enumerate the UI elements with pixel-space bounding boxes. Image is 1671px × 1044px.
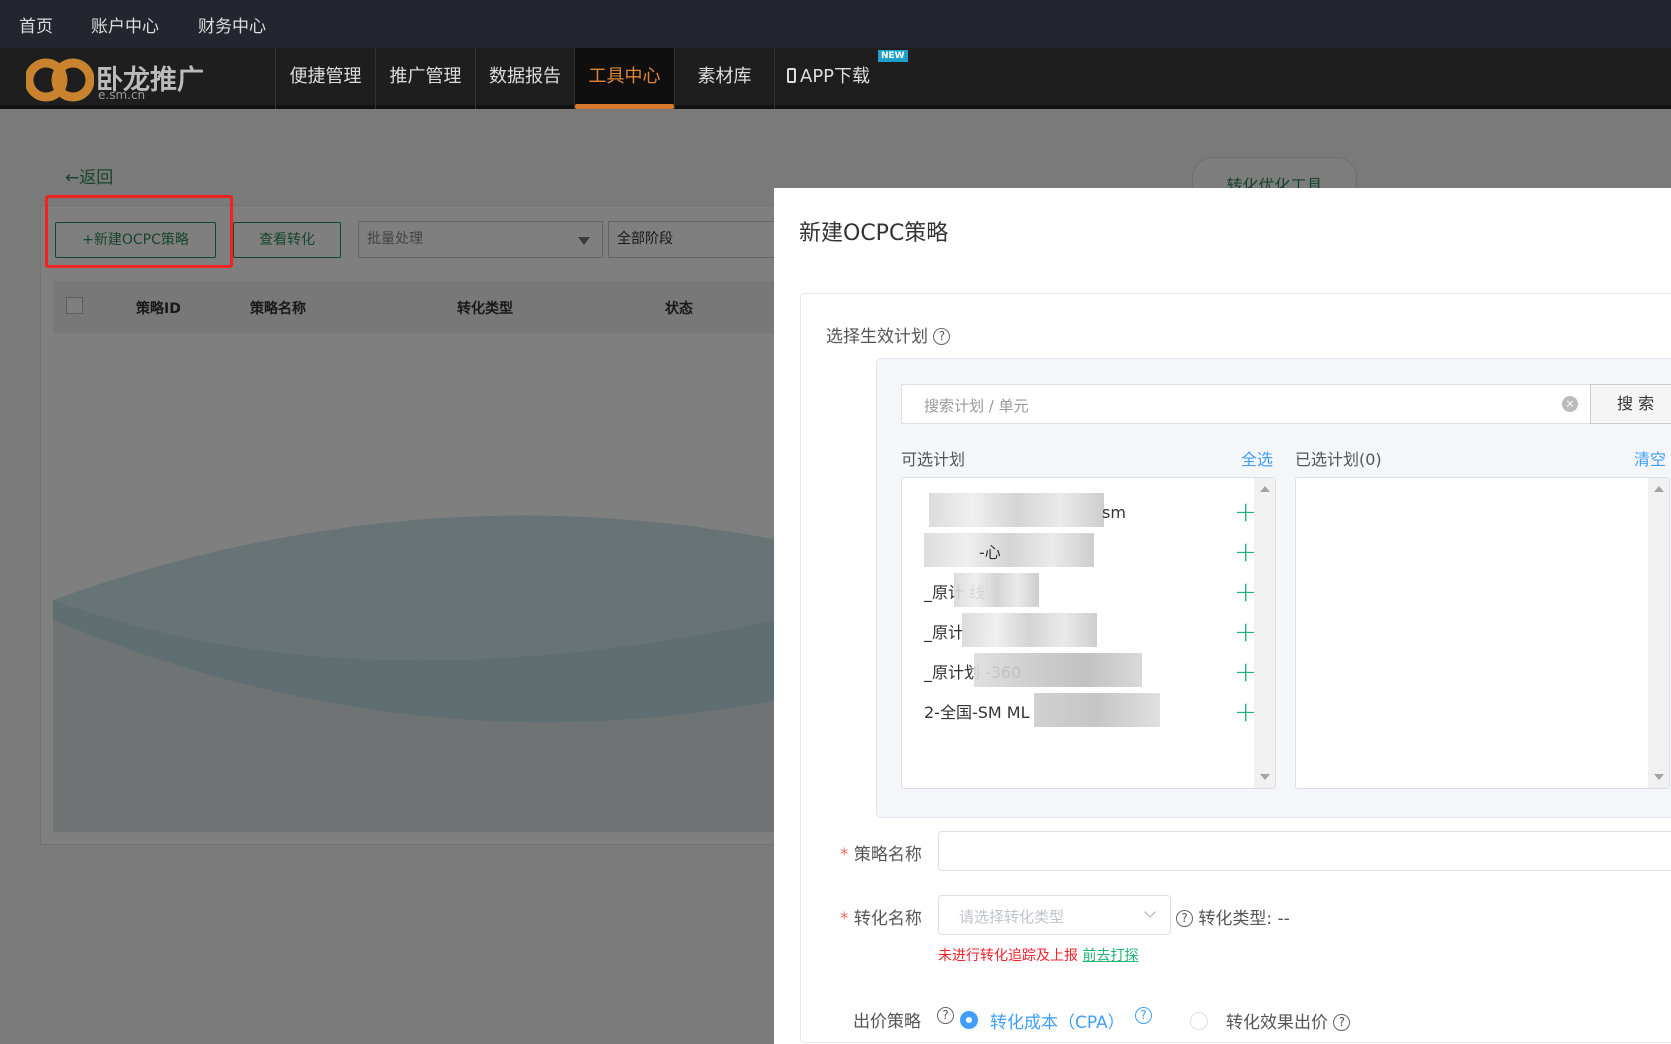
radio-effect-bid-label[interactable]: 转化效果出价 ? (1226, 1008, 1351, 1033)
help-icon[interactable]: ? (1333, 1014, 1351, 1031)
list-item[interactable]: -心 + (924, 533, 1257, 567)
plan-search-input[interactable]: 搜索计划 / 单元 × (901, 384, 1591, 424)
strategy-name-label: * 策略名称 (840, 845, 922, 865)
bid-strategy-label: 出价策略 (853, 1012, 921, 1032)
topbar-home[interactable]: 首页 (19, 12, 53, 37)
available-label: 可选计划 (901, 450, 966, 469)
highlight-box (45, 195, 233, 268)
selected-label: 已选计划(0) (1295, 450, 1382, 469)
topbar-finance[interactable]: 财务中心 (198, 12, 266, 37)
clear-icon[interactable]: × (1562, 396, 1578, 412)
list-item[interactable]: _原计划 -360 + (924, 653, 1257, 687)
new-badge: NEW (878, 50, 908, 62)
help-icon[interactable]: ? (1176, 910, 1193, 927)
scroll-up-icon[interactable] (1260, 486, 1270, 492)
logo[interactable]: 卧龙推广 e.sm.cn (26, 58, 246, 102)
redacted (924, 533, 1094, 567)
list-item[interactable]: 2-全国-SM ML + (924, 693, 1257, 727)
logo-sub: e.sm.cn (98, 88, 146, 102)
available-list: sm+ -心+ _原计 线+ _原计+ _原计划 -360+ 2-全国-SM M… (901, 477, 1276, 789)
conversion-error: 未进行转化追踪及上报 前去打探 (938, 945, 1138, 965)
list-item[interactable]: sm + (924, 493, 1257, 527)
select-all-link[interactable]: 全选 (1241, 446, 1273, 470)
strategy-name-input[interactable] (938, 831, 1671, 871)
list-item[interactable]: _原计 + (924, 613, 1257, 647)
radio-effect-bid[interactable] (1190, 1012, 1208, 1030)
conversion-type: ? 转化类型: -- (1176, 904, 1290, 929)
topbar-account[interactable]: 账户中心 (91, 12, 159, 37)
plan-label: 选择生效计划 ? (826, 322, 951, 347)
clear-link[interactable]: 清空 (1634, 446, 1666, 470)
conversion-placeholder: 请选择转化类型 (959, 908, 1065, 926)
search-placeholder: 搜索计划 / 单元 (924, 397, 1029, 415)
nav-quick-manage[interactable]: 便捷管理 (275, 48, 375, 109)
go-track-link[interactable]: 前去打探 (1082, 948, 1138, 964)
error-text: 未进行转化追踪及上报 (938, 948, 1078, 964)
help-icon[interactable]: ? (937, 1006, 954, 1025)
nav-app-label: APP下载 (800, 66, 871, 87)
list-item[interactable]: _原计 线+ (924, 573, 1257, 607)
redacted (954, 573, 1039, 607)
selected-list (1295, 477, 1670, 789)
radio-cpa[interactable] (960, 1011, 978, 1029)
scroll-down-icon[interactable] (1260, 774, 1270, 780)
search-button[interactable]: 搜 索 (1590, 384, 1671, 424)
help-icon[interactable]: ? (933, 328, 951, 345)
redacted (974, 653, 1142, 687)
nav-tool-center[interactable]: 工具中心 (574, 48, 674, 109)
modal-title: 新建OCPC策略 (799, 221, 949, 246)
conversion-name-label: * 转化名称 (840, 909, 922, 929)
redacted (929, 493, 1104, 527)
redacted (1034, 693, 1160, 727)
conversion-select[interactable]: 请选择转化类型 (938, 895, 1171, 935)
main-nav: 便捷管理 推广管理 数据报告 工具中心 素材库 APP下载 (0, 48, 1671, 109)
scrollbar[interactable] (1648, 478, 1669, 788)
phone-icon (787, 68, 796, 83)
nav-material[interactable]: 素材库 (674, 48, 774, 109)
chevron-down-icon (1144, 906, 1156, 918)
logo-icon (26, 58, 94, 102)
redacted (962, 613, 1097, 647)
scroll-down-icon[interactable] (1654, 774, 1664, 780)
nav-promo-manage[interactable]: 推广管理 (375, 48, 475, 109)
nav-app-download[interactable]: APP下载 (774, 48, 884, 109)
help-icon[interactable]: ? (1135, 1006, 1152, 1025)
nav-data-report[interactable]: 数据报告 (475, 48, 574, 109)
top-bar: 首页 账户中心 财务中心 (0, 0, 1671, 48)
radio-cpa-label[interactable]: 转化成本（CPA） (990, 1008, 1125, 1033)
scroll-up-icon[interactable] (1654, 486, 1664, 492)
scrollbar[interactable] (1254, 478, 1275, 788)
